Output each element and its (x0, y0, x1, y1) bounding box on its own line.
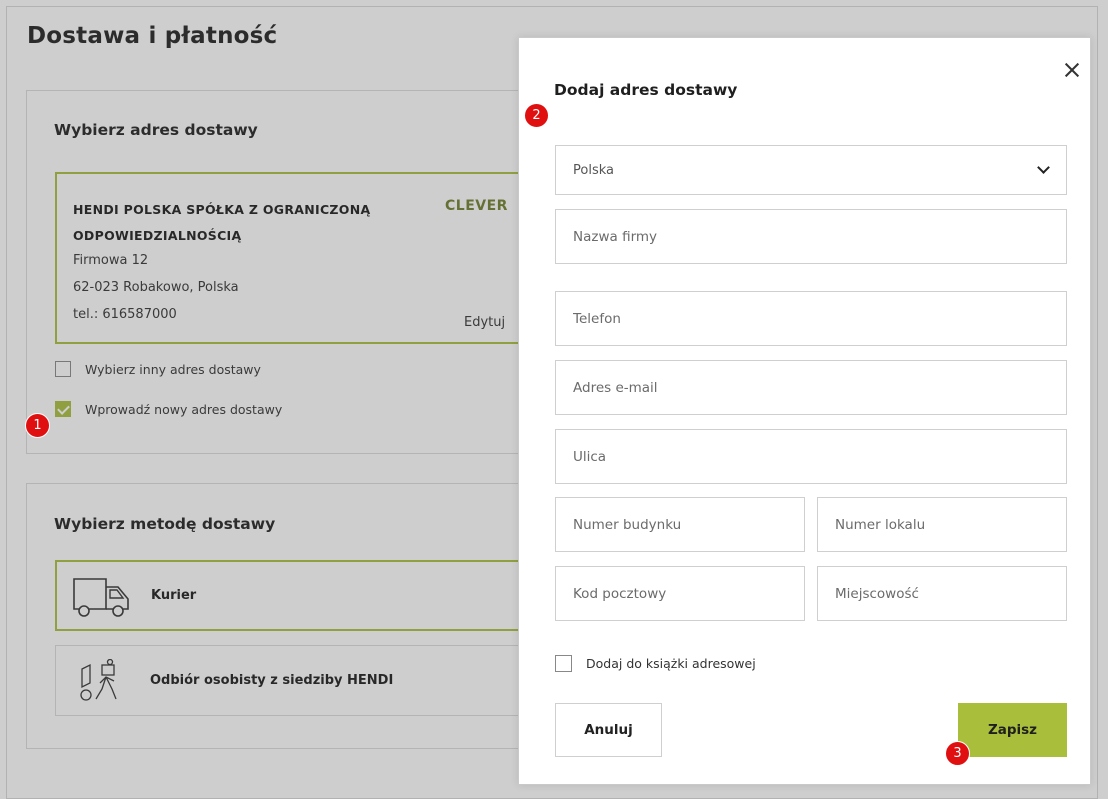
country-select[interactable]: Polska (555, 145, 1067, 195)
address-book-checkbox[interactable] (555, 655, 572, 672)
address-book-label: Dodaj do książki adresowej (586, 656, 756, 671)
postal-code-input[interactable] (573, 567, 804, 620)
save-button[interactable]: Zapisz (958, 703, 1067, 757)
building-number-field[interactable] (555, 497, 805, 552)
step-marker-3: 3 (945, 741, 970, 766)
email-input[interactable] (573, 361, 1066, 414)
cancel-button[interactable]: Anuluj (555, 703, 662, 757)
company-name-input[interactable] (573, 210, 1066, 263)
country-select-value: Polska (573, 162, 614, 178)
add-address-modal: Dodaj adres dostawy Polska Dodaj do ksią… (518, 37, 1091, 785)
company-name-field[interactable] (555, 209, 1067, 264)
email-field[interactable] (555, 360, 1067, 415)
street-input[interactable] (573, 430, 1066, 483)
close-icon[interactable] (1064, 62, 1080, 78)
step-marker-2: 2 (524, 103, 549, 128)
city-input[interactable] (835, 567, 1066, 620)
phone-input[interactable] (573, 292, 1066, 345)
address-book-option[interactable]: Dodaj do książki adresowej (555, 655, 756, 672)
phone-field[interactable] (555, 291, 1067, 346)
modal-title: Dodaj adres dostawy (554, 81, 738, 99)
street-field[interactable] (555, 429, 1067, 484)
building-number-input[interactable] (573, 498, 804, 551)
apartment-number-input[interactable] (835, 498, 1066, 551)
step-marker-1: 1 (25, 413, 50, 438)
city-field[interactable] (817, 566, 1067, 621)
apartment-number-field[interactable] (817, 497, 1067, 552)
postal-code-field[interactable] (555, 566, 805, 621)
chevron-down-icon (1037, 161, 1050, 174)
